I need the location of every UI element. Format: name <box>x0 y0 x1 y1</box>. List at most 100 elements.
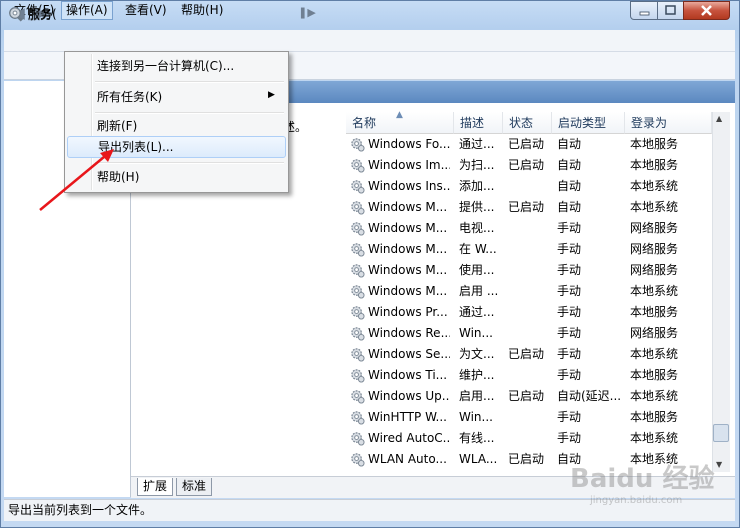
cell-name: Windows Im... <box>368 158 450 172</box>
tab-extended[interactable]: 扩展 <box>137 478 174 496</box>
cell-startup: 自动 <box>557 179 582 193</box>
service-row[interactable]: Windows Se... 为文... 已启动 手动 本地系统 <box>346 344 712 365</box>
menu-separator <box>95 81 284 83</box>
cell-logon: 本地系统 <box>630 431 679 445</box>
service-row[interactable]: Windows M... 启用 ... 手动 本地系统 <box>346 281 712 302</box>
close-button[interactable] <box>683 1 730 20</box>
service-row[interactable]: Windows Pr... 通过... 手动 本地服务 <box>346 302 712 323</box>
column-name-label: 名称 <box>352 116 377 130</box>
column-logon-label: 登录为 <box>631 116 668 130</box>
menu-bar <box>4 30 735 52</box>
cell-startup: 手动 <box>557 284 582 298</box>
scroll-up-icon[interactable]: ▲ <box>716 114 722 123</box>
column-header-logon[interactable]: 登录为 <box>625 112 712 134</box>
cell-logon: 本地服务 <box>630 368 679 382</box>
cell-desc: 通过... <box>459 305 495 319</box>
service-row[interactable]: Wired AutoC... 有线... 手动 本地系统 <box>346 428 712 449</box>
cell-desc: 启用 ... <box>459 284 499 298</box>
pause-play-icon[interactable]: ❚▶ <box>298 5 316 21</box>
service-gear-icon <box>351 180 365 194</box>
menu-help[interactable]: 帮助(H) <box>177 2 227 19</box>
cell-desc: 启用... <box>459 389 495 403</box>
cell-name: Windows M... <box>368 284 448 298</box>
cell-logon: 本地系统 <box>630 200 679 214</box>
service-row[interactable]: Windows M... 在 W... 手动 网络服务 <box>346 239 712 260</box>
tree-item-services[interactable]: 服务( <box>28 5 57 22</box>
service-gear-icon <box>351 159 365 173</box>
service-row[interactable]: Windows M... 使用... 手动 网络服务 <box>346 260 712 281</box>
service-row[interactable]: WinHTTP W... Win... 手动 本地服务 <box>346 407 712 428</box>
column-startup-label: 启动类型 <box>558 116 607 130</box>
cell-startup: 手动 <box>557 221 582 235</box>
watermark-url: jingyan.baidu.com <box>590 495 683 506</box>
cell-status <box>508 323 552 344</box>
service-row[interactable]: Windows Up... 启用... 已启动 自动(延迟... 本地系统 <box>346 386 712 407</box>
menu-item-refresh[interactable]: 刷新(F) <box>67 114 286 138</box>
sort-arrow-icon: ▲ <box>396 110 403 120</box>
tab-standard[interactable]: 标准 <box>176 478 213 496</box>
cell-name: Windows M... <box>368 221 448 235</box>
service-gear-icon <box>351 432 365 446</box>
services-gear-icon <box>9 7 21 19</box>
service-row[interactable]: Windows M... 电视... 手动 网络服务 <box>346 218 712 239</box>
column-status-label: 状态 <box>509 116 534 130</box>
close-icon <box>701 5 712 16</box>
cell-status <box>508 365 552 386</box>
service-gear-icon <box>351 264 365 278</box>
menu-view[interactable]: 查看(V) <box>121 2 171 19</box>
service-row[interactable]: Windows Fo... 通过... 已启动 自动 本地服务 <box>346 134 712 155</box>
service-gear-icon <box>351 411 365 425</box>
cell-desc: 使用... <box>459 263 495 277</box>
cell-status <box>508 260 552 281</box>
menu-item-all-tasks[interactable]: 所有任务(K) <box>67 85 286 109</box>
cell-startup: 自动 <box>557 158 582 172</box>
cell-name: WLAN Auto... <box>368 452 447 466</box>
service-row[interactable]: Windows Re... Win... 手动 网络服务 <box>346 323 712 344</box>
cell-startup: 手动 <box>557 326 582 340</box>
cell-startup: 手动 <box>557 347 582 361</box>
cell-status: 已启动 <box>508 347 545 361</box>
service-gear-icon <box>351 222 365 236</box>
maximize-button[interactable] <box>657 1 684 20</box>
cell-name: Windows Ti... <box>368 368 448 382</box>
scrollbar-thumb[interactable] <box>713 424 729 442</box>
cell-name: Wired AutoC... <box>368 431 450 445</box>
cell-desc: 有线... <box>459 431 495 445</box>
cell-name: Windows M... <box>368 242 448 256</box>
cell-logon: 本地服务 <box>630 158 679 172</box>
service-row[interactable]: Windows Ins... 添加... 自动 本地系统 <box>346 176 712 197</box>
cell-desc: 为扫... <box>459 158 495 172</box>
cell-status <box>508 218 552 239</box>
vertical-scrollbar[interactable] <box>712 112 730 472</box>
cell-status <box>508 281 552 302</box>
cell-logon: 本地服务 <box>630 137 679 151</box>
service-row[interactable]: Windows M... 提供... 已启动 自动 本地系统 <box>346 197 712 218</box>
cell-desc: Win... <box>459 326 493 340</box>
watermark-brand: Baidu 经验 <box>570 464 715 494</box>
menu-action[interactable]: 操作(A) <box>61 1 113 20</box>
cell-logon: 本地系统 <box>630 284 679 298</box>
cell-startup: 手动 <box>557 410 582 424</box>
baidu-watermark: Baidu 经验 jingyan.baidu.com <box>570 458 730 506</box>
cell-desc: Win... <box>459 410 493 424</box>
cell-startup: 手动 <box>557 263 582 277</box>
column-header-status[interactable]: 状态 <box>503 112 552 134</box>
cell-name: Windows Ins... <box>368 179 450 193</box>
menu-item-connect[interactable]: 连接到另一台计算机(C)... <box>67 54 286 78</box>
cell-desc: 电视... <box>459 221 495 235</box>
minimize-button[interactable] <box>630 1 658 20</box>
cell-status: 已启动 <box>508 452 545 466</box>
cell-startup: 手动 <box>557 305 582 319</box>
column-header-startup[interactable]: 启动类型 <box>552 112 625 134</box>
service-row[interactable]: Windows Im... 为扫... 已启动 自动 本地服务 <box>346 155 712 176</box>
service-row[interactable]: Windows Ti... 维护... 手动 本地服务 <box>346 365 712 386</box>
column-header-desc[interactable]: 描述 <box>454 112 503 134</box>
cell-status <box>508 428 552 449</box>
cell-name: WinHTTP W... <box>368 410 447 424</box>
service-gear-icon <box>351 390 365 404</box>
service-gear-icon <box>351 201 365 215</box>
service-gear-icon <box>351 306 365 320</box>
column-header-name[interactable]: 名称 ▲ <box>346 110 454 134</box>
service-gear-icon <box>351 327 365 341</box>
cell-logon: 本地服务 <box>630 305 679 319</box>
